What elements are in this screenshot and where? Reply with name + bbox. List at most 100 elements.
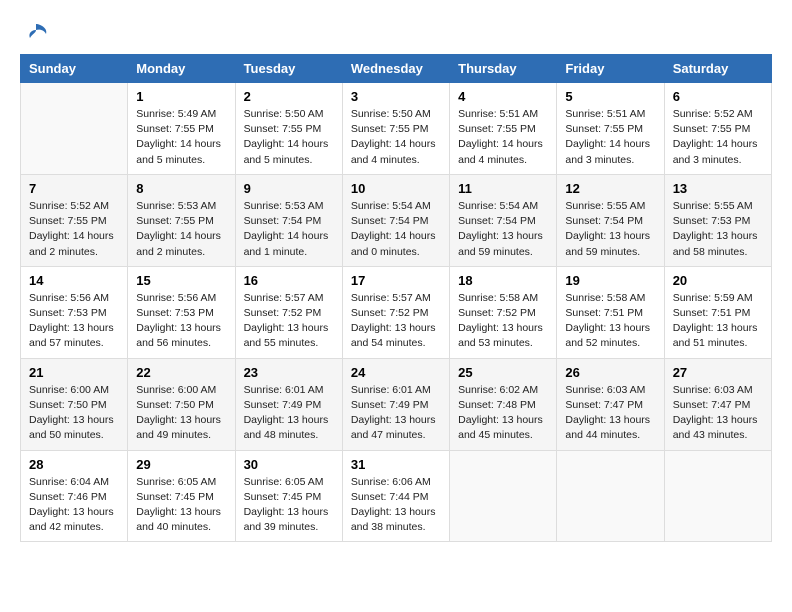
cell-content: Sunrise: 5:55 AM Sunset: 7:53 PM Dayligh… <box>673 199 763 260</box>
calendar-cell: 13 Sunrise: 5:55 AM Sunset: 7:53 PM Dayli… <box>664 174 771 266</box>
cell-content: Sunrise: 5:57 AM Sunset: 7:52 PM Dayligh… <box>244 291 334 352</box>
cell-content: Sunrise: 5:49 AM Sunset: 7:55 PM Dayligh… <box>136 107 226 168</box>
calendar-cell: 27 Sunrise: 6:03 AM Sunset: 7:47 PM Dayli… <box>664 358 771 450</box>
day-number: 18 <box>458 273 548 288</box>
cell-content: Sunrise: 6:04 AM Sunset: 7:46 PM Dayligh… <box>29 475 119 536</box>
day-number: 5 <box>565 89 655 104</box>
calendar-cell: 25 Sunrise: 6:02 AM Sunset: 7:48 PM Dayli… <box>450 358 557 450</box>
calendar-cell: 22 Sunrise: 6:00 AM Sunset: 7:50 PM Dayli… <box>128 358 235 450</box>
cell-content: Sunrise: 5:56 AM Sunset: 7:53 PM Dayligh… <box>136 291 226 352</box>
day-number: 1 <box>136 89 226 104</box>
day-number: 22 <box>136 365 226 380</box>
calendar-cell <box>664 450 771 542</box>
day-number: 14 <box>29 273 119 288</box>
cell-content: Sunrise: 6:05 AM Sunset: 7:45 PM Dayligh… <box>244 475 334 536</box>
calendar-cell: 3 Sunrise: 5:50 AM Sunset: 7:55 PM Daylig… <box>342 83 449 175</box>
cell-content: Sunrise: 5:51 AM Sunset: 7:55 PM Dayligh… <box>458 107 548 168</box>
calendar-cell: 4 Sunrise: 5:51 AM Sunset: 7:55 PM Daylig… <box>450 83 557 175</box>
calendar-cell: 2 Sunrise: 5:50 AM Sunset: 7:55 PM Daylig… <box>235 83 342 175</box>
calendar-cell: 11 Sunrise: 5:54 AM Sunset: 7:54 PM Dayli… <box>450 174 557 266</box>
cell-content: Sunrise: 5:51 AM Sunset: 7:55 PM Dayligh… <box>565 107 655 168</box>
calendar-cell <box>450 450 557 542</box>
day-number: 17 <box>351 273 441 288</box>
cell-content: Sunrise: 5:52 AM Sunset: 7:55 PM Dayligh… <box>29 199 119 260</box>
day-number: 15 <box>136 273 226 288</box>
calendar-cell: 28Sunrise: 6:04 AM Sunset: 7:46 PM Dayli… <box>21 450 128 542</box>
page-header <box>20 20 772 44</box>
cell-content: Sunrise: 6:02 AM Sunset: 7:48 PM Dayligh… <box>458 383 548 444</box>
calendar-cell: 24Sunrise: 6:01 AM Sunset: 7:49 PM Dayli… <box>342 358 449 450</box>
cell-content: Sunrise: 5:58 AM Sunset: 7:51 PM Dayligh… <box>565 291 655 352</box>
calendar-table: SundayMondayTuesdayWednesdayThursdayFrid… <box>20 54 772 542</box>
day-number: 8 <box>136 181 226 196</box>
calendar-cell: 7 Sunrise: 5:52 AM Sunset: 7:55 PM Daylig… <box>21 174 128 266</box>
cell-content: Sunrise: 5:58 AM Sunset: 7:52 PM Dayligh… <box>458 291 548 352</box>
cell-content: Sunrise: 5:57 AM Sunset: 7:52 PM Dayligh… <box>351 291 441 352</box>
day-number: 10 <box>351 181 441 196</box>
calendar-cell: 31 Sunrise: 6:06 AM Sunset: 7:44 PM Dayli… <box>342 450 449 542</box>
weekday-header-friday: Friday <box>557 55 664 83</box>
calendar-cell: 26 Sunrise: 6:03 AM Sunset: 7:47 PM Dayli… <box>557 358 664 450</box>
calendar-cell: 14 Sunrise: 5:56 AM Sunset: 7:53 PM Dayli… <box>21 266 128 358</box>
day-number: 11 <box>458 181 548 196</box>
day-number: 3 <box>351 89 441 104</box>
cell-content: Sunrise: 6:03 AM Sunset: 7:47 PM Dayligh… <box>673 383 763 444</box>
weekday-header-sunday: Sunday <box>21 55 128 83</box>
day-number: 2 <box>244 89 334 104</box>
cell-content: Sunrise: 6:00 AM Sunset: 7:50 PM Dayligh… <box>29 383 119 444</box>
calendar-cell: 23 Sunrise: 6:01 AM Sunset: 7:49 PM Dayli… <box>235 358 342 450</box>
day-number: 26 <box>565 365 655 380</box>
cell-content: Sunrise: 5:55 AM Sunset: 7:54 PM Dayligh… <box>565 199 655 260</box>
day-number: 7 <box>29 181 119 196</box>
day-number: 4 <box>458 89 548 104</box>
day-number: 19 <box>565 273 655 288</box>
cell-content: Sunrise: 5:54 AM Sunset: 7:54 PM Dayligh… <box>351 199 441 260</box>
cell-content: Sunrise: 5:56 AM Sunset: 7:53 PM Dayligh… <box>29 291 119 352</box>
cell-content: Sunrise: 5:59 AM Sunset: 7:51 PM Dayligh… <box>673 291 763 352</box>
cell-content: Sunrise: 6:00 AM Sunset: 7:50 PM Dayligh… <box>136 383 226 444</box>
calendar-cell: 5 Sunrise: 5:51 AM Sunset: 7:55 PM Daylig… <box>557 83 664 175</box>
logo-bird-icon <box>22 20 50 48</box>
weekday-header-monday: Monday <box>128 55 235 83</box>
day-number: 31 <box>351 457 441 472</box>
calendar-cell: 9Sunrise: 5:53 AM Sunset: 7:54 PM Daylig… <box>235 174 342 266</box>
day-number: 6 <box>673 89 763 104</box>
cell-content: Sunrise: 6:03 AM Sunset: 7:47 PM Dayligh… <box>565 383 655 444</box>
day-number: 25 <box>458 365 548 380</box>
cell-content: Sunrise: 6:06 AM Sunset: 7:44 PM Dayligh… <box>351 475 441 536</box>
day-number: 24 <box>351 365 441 380</box>
day-number: 23 <box>244 365 334 380</box>
calendar-cell: 16Sunrise: 5:57 AM Sunset: 7:52 PM Dayli… <box>235 266 342 358</box>
logo <box>20 20 50 44</box>
cell-content: Sunrise: 6:05 AM Sunset: 7:45 PM Dayligh… <box>136 475 226 536</box>
calendar-cell: 18 Sunrise: 5:58 AM Sunset: 7:52 PM Dayli… <box>450 266 557 358</box>
day-number: 21 <box>29 365 119 380</box>
weekday-header-wednesday: Wednesday <box>342 55 449 83</box>
calendar-cell <box>21 83 128 175</box>
calendar-cell: 17 Sunrise: 5:57 AM Sunset: 7:52 PM Dayli… <box>342 266 449 358</box>
day-number: 12 <box>565 181 655 196</box>
calendar-cell: 20 Sunrise: 5:59 AM Sunset: 7:51 PM Dayli… <box>664 266 771 358</box>
cell-content: Sunrise: 5:53 AM Sunset: 7:55 PM Dayligh… <box>136 199 226 260</box>
day-number: 27 <box>673 365 763 380</box>
day-number: 29 <box>136 457 226 472</box>
calendar-cell: 6 Sunrise: 5:52 AM Sunset: 7:55 PM Daylig… <box>664 83 771 175</box>
cell-content: Sunrise: 5:52 AM Sunset: 7:55 PM Dayligh… <box>673 107 763 168</box>
day-number: 13 <box>673 181 763 196</box>
day-number: 20 <box>673 273 763 288</box>
cell-content: Sunrise: 5:53 AM Sunset: 7:54 PM Dayligh… <box>244 199 334 260</box>
weekday-header-thursday: Thursday <box>450 55 557 83</box>
cell-content: Sunrise: 5:50 AM Sunset: 7:55 PM Dayligh… <box>244 107 334 168</box>
weekday-header-saturday: Saturday <box>664 55 771 83</box>
calendar-cell: 21 Sunrise: 6:00 AM Sunset: 7:50 PM Dayli… <box>21 358 128 450</box>
cell-content: Sunrise: 6:01 AM Sunset: 7:49 PM Dayligh… <box>244 383 334 444</box>
weekday-header-tuesday: Tuesday <box>235 55 342 83</box>
calendar-cell: 10 Sunrise: 5:54 AM Sunset: 7:54 PM Dayli… <box>342 174 449 266</box>
calendar-cell: 19 Sunrise: 5:58 AM Sunset: 7:51 PM Dayli… <box>557 266 664 358</box>
day-number: 30 <box>244 457 334 472</box>
cell-content: Sunrise: 5:54 AM Sunset: 7:54 PM Dayligh… <box>458 199 548 260</box>
calendar-cell: 29 Sunrise: 6:05 AM Sunset: 7:45 PM Dayli… <box>128 450 235 542</box>
cell-content: Sunrise: 5:50 AM Sunset: 7:55 PM Dayligh… <box>351 107 441 168</box>
calendar-cell: 8 Sunrise: 5:53 AM Sunset: 7:55 PM Daylig… <box>128 174 235 266</box>
calendar-cell <box>557 450 664 542</box>
